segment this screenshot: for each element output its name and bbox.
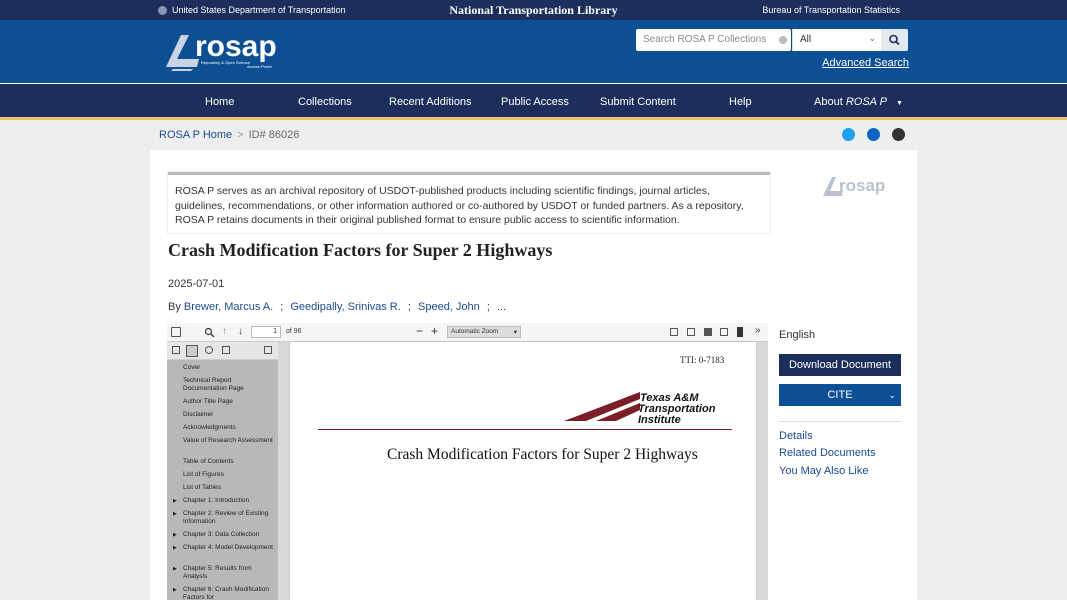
svg-text:Repository & Open Science: Repository & Open Science [201, 60, 251, 65]
search-button[interactable] [881, 29, 908, 51]
pdf-outline-sidebar: Cover Technical Report Documentation Pag… [167, 342, 278, 600]
bts-link[interactable]: Bureau of Transportation Statistics [762, 5, 900, 15]
nav-collections[interactable]: Collections [298, 96, 352, 108]
author-link[interactable]: Speed, John [418, 301, 480, 313]
report-number: TTI: 0-7183 [680, 355, 725, 365]
you-may-also-like-link[interactable]: You May Also Like [779, 465, 868, 477]
pdf-viewer: ↑ ↓ 1 of 96 − + Automatic Zoom ▾ » Cover … [167, 323, 768, 600]
tools-icon[interactable]: » [755, 325, 761, 336]
zoom-select[interactable]: Automatic Zoom ▾ [447, 326, 521, 338]
outline-item[interactable]: List of Figures [183, 471, 273, 479]
nav-home[interactable]: Home [205, 96, 234, 108]
details-link[interactable]: Details [779, 430, 813, 442]
nav-about[interactable]: About ROSA P ▼ [814, 96, 903, 108]
open-file-icon[interactable] [687, 328, 695, 336]
document-title: Crash Modification Factors for Super 2 H… [168, 240, 553, 260]
next-page-icon[interactable]: ↓ [238, 326, 243, 337]
expand-arrow-icon: ▶ [173, 511, 177, 517]
svg-text:Access Portal: Access Portal [247, 64, 272, 69]
svg-text:rosap: rosap [195, 30, 277, 63]
page-number-input[interactable]: 1 [251, 326, 281, 338]
nav-recent-additions[interactable]: Recent Additions [389, 96, 472, 108]
layers-icon[interactable] [222, 346, 230, 354]
repository-notice: ROSA P serves as an archival repository … [168, 172, 770, 233]
expand-arrow-icon: ▶ [173, 498, 177, 504]
outline-icon[interactable] [186, 345, 198, 357]
publication-date: 2025-07-01 [168, 278, 225, 290]
svg-text:Institute: Institute [638, 414, 681, 425]
bookmark-icon[interactable] [737, 327, 743, 337]
search-scope-select[interactable]: All ⌄ [792, 29, 881, 51]
outline-item[interactable]: Author Title Page [183, 398, 273, 406]
expand-arrow-icon: ▶ [173, 532, 177, 538]
expand-arrow-icon: ▶ [173, 545, 177, 551]
download-icon[interactable] [720, 328, 728, 336]
author-link[interactable]: Brewer, Marcus A. [184, 301, 273, 313]
tti-logo: Texas A&M Transportation Institute [564, 392, 716, 425]
print-icon[interactable] [704, 328, 712, 336]
language-label: English [779, 329, 816, 341]
search-input[interactable]: Search ROSA P Collections [636, 29, 791, 51]
outline-item[interactable]: ▶ Chapter 2: Review of Existing Informati… [173, 510, 273, 526]
top-agency-bar: United States Department of Transportati… [0, 0, 1067, 20]
find-icon[interactable] [204, 327, 215, 338]
divider [779, 421, 901, 422]
chevron-down-icon: ⌄ [888, 390, 896, 400]
outline-item[interactable]: Cover [183, 364, 273, 372]
author-list: By Brewer, Marcus A. ; Geedipally, Srini… [168, 301, 507, 313]
previous-page-icon[interactable]: ↑ [222, 326, 227, 337]
ntl-title: National Transportation Library [449, 3, 618, 17]
expand-arrow-icon: ▶ [173, 587, 177, 593]
zoom-in-icon[interactable]: + [431, 324, 438, 338]
outline-item[interactable]: ▶ Chapter 6: Crash Modification Factors f… [173, 586, 273, 600]
sidebar-toggle-icon[interactable] [171, 327, 181, 337]
outline-item[interactable]: List of Tables [183, 484, 273, 492]
outline-item[interactable]: Value of Research Assessment [183, 437, 273, 445]
clear-icon[interactable] [779, 36, 787, 44]
breadcrumb-id: ID# 86026 [248, 129, 300, 141]
nav-public-access[interactable]: Public Access [501, 96, 569, 108]
page-divider [318, 429, 732, 430]
nav-submit-content[interactable]: Submit Content [600, 96, 676, 108]
pdf-toolbar: ↑ ↓ 1 of 96 − + Automatic Zoom ▾ » [167, 323, 768, 342]
pdf-page: TTI: 0-7183 Texas A&M Transportation Ins… [290, 342, 756, 600]
rosap-logo[interactable]: rosap Repository & Open Science Access P… [163, 29, 293, 73]
current-outline-icon[interactable] [264, 346, 272, 354]
search-icon [889, 34, 900, 46]
breadcrumb-home[interactable]: ROSA P Home [159, 129, 232, 141]
more-authors[interactable]: ... [497, 301, 506, 313]
linkedin-icon[interactable] [867, 128, 880, 141]
thumbnails-icon[interactable] [172, 346, 180, 354]
outline-item[interactable]: Table of Contents [183, 458, 273, 466]
attachments-icon[interactable] [205, 346, 213, 354]
page-count: of 96 [286, 328, 302, 335]
svg-text:rosap: rosap [839, 176, 885, 195]
pdf-page-title: Crash Modification Factors for Super 2 H… [387, 446, 698, 463]
outline-item[interactable]: Disclaimer [183, 411, 273, 419]
outline-item[interactable]: ▶ Chapter 4: Model Development [173, 544, 273, 552]
outline-item[interactable]: ▶ Chapter 5: Results from Analysis [173, 565, 273, 581]
rosap-watermark-logo: rosap [823, 176, 885, 196]
sidebar-toolbar [167, 342, 278, 360]
expand-arrow-icon: ▶ [173, 566, 177, 572]
outline-item[interactable]: ▶ Chapter 3: Data Collection [173, 531, 273, 539]
zoom-out-icon[interactable]: − [416, 324, 423, 338]
outline-item[interactable]: Acknowledgments [183, 424, 273, 432]
twitter-icon[interactable] [842, 128, 855, 141]
author-link[interactable]: Geedipally, Srinivas R. [290, 301, 400, 313]
breadcrumb: ROSA P Home > ID# 86026 [159, 129, 300, 141]
chevron-down-icon: ⌄ [868, 33, 876, 43]
presentation-icon[interactable] [670, 328, 678, 336]
email-icon[interactable] [892, 128, 905, 141]
outline-item[interactable]: Technical Report Documentation Page [183, 377, 273, 393]
related-documents-link[interactable]: Related Documents [779, 447, 876, 459]
main-nav: Home Collections Recent Additions Public… [0, 83, 1067, 120]
cite-button[interactable]: CITE ⌄ [779, 384, 901, 406]
chevron-down-icon: ▾ [513, 329, 517, 336]
caret-down-icon: ▼ [895, 100, 903, 107]
download-document-button[interactable]: Download Document [779, 354, 901, 376]
outline-item[interactable]: ▶ Chapter 1: Introduction [173, 497, 273, 505]
advanced-search-link[interactable]: Advanced Search [822, 57, 909, 69]
nav-help[interactable]: Help [729, 96, 752, 108]
